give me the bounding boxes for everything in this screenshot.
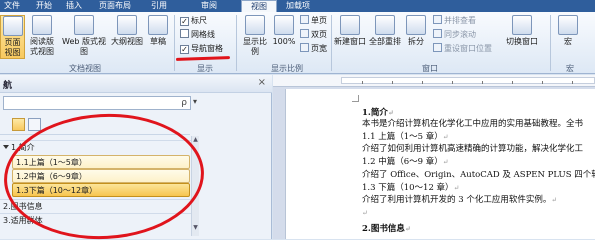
search-dropdown-icon[interactable]: ▾ — [193, 97, 197, 106]
navigation-search-input[interactable]: ρ — [3, 96, 191, 110]
document-paragraph[interactable]: 1.2 中篇（6～9 章）↵ — [362, 157, 449, 168]
two-pages-button[interactable]: 双页 — [300, 29, 327, 41]
new-window-button[interactable]: 新建窗口 — [334, 15, 366, 59]
scroll-down-icon[interactable]: ▼ — [192, 224, 199, 231]
document-page[interactable]: 1.简介↵ 本书是介绍计算机在化学化工中应用的实用基础教程。全书 1.1 上篇（… — [285, 89, 595, 239]
outline-view-icon — [117, 15, 137, 35]
draft-view-button[interactable]: 草稿 — [146, 15, 170, 59]
page-view-icon — [2, 16, 23, 36]
group-separator — [331, 15, 332, 71]
group-label-zoom: 显示比例 — [271, 64, 303, 73]
browse-pages-tab[interactable] — [28, 118, 41, 131]
reading-view-icon — [32, 15, 52, 35]
tab-home[interactable]: 开始 — [36, 0, 60, 12]
tab-references[interactable]: 引用 — [151, 0, 175, 12]
checkbox-checked-icon: ✓ — [180, 45, 189, 54]
document-heading[interactable]: 2.图书信息↵ — [362, 223, 411, 235]
two-pages-icon — [300, 29, 309, 38]
group-label-show: 显示 — [197, 64, 213, 73]
tab-insert[interactable]: 插入 — [66, 0, 90, 12]
split-icon — [406, 15, 426, 35]
zoom-100-button[interactable]: 100% — [272, 15, 296, 59]
browse-headings-tab[interactable] — [12, 118, 25, 131]
new-window-icon — [340, 15, 360, 35]
arrange-all-icon — [375, 15, 395, 35]
navigation-pane-header: 航 × — [0, 75, 272, 93]
ribbon-panel: 页面视图 阅读版式视图 Web 版式视图 大纲视图 草稿 文档视图 ✓ 标尺 网格… — [0, 12, 595, 74]
search-icon[interactable]: ρ — [181, 97, 187, 109]
view-side-by-side-button[interactable]: 并排查看 — [433, 15, 476, 27]
one-page-button[interactable]: 单页 — [300, 15, 327, 27]
document-paragraph[interactable]: 1.3 下篇（10～12 章）↵ — [362, 183, 459, 194]
arrange-all-button[interactable]: 全部重排 — [368, 15, 402, 59]
switch-windows-button[interactable]: 切换窗口 — [504, 15, 540, 59]
print-layout-view-button[interactable]: 页面视图 — [0, 15, 25, 59]
switch-windows-icon — [512, 15, 532, 35]
close-icon[interactable]: × — [258, 77, 266, 88]
group-separator — [174, 15, 175, 71]
draft-view-icon — [148, 15, 168, 35]
group-label-window: 窗口 — [422, 64, 438, 73]
checkbox-unchecked-icon — [180, 29, 189, 38]
tab-file[interactable]: 文件 — [4, 0, 28, 12]
web-view-icon — [74, 15, 94, 35]
navigation-pane-title: 航 — [3, 81, 13, 91]
horizontal-ruler[interactable] — [273, 75, 595, 87]
document-paragraph[interactable]: 本书是介绍计算机在化学化工中应用的实用基础教程。全书 — [362, 119, 583, 130]
tab-review[interactable]: 审阅 — [201, 0, 225, 12]
scroll-up-icon[interactable]: ▲ — [192, 136, 199, 143]
page-width-button[interactable]: 页宽 — [300, 43, 327, 55]
ribbon-tab-bar: 文件 开始 插入 页面布局 引用 审阅 视图 加载项 — [0, 0, 595, 12]
page-width-icon — [300, 43, 309, 52]
full-screen-reading-button[interactable]: 阅读版式视图 — [27, 15, 57, 59]
checkbox-checked-icon: ✓ — [180, 17, 189, 26]
document-paragraph[interactable]: 介绍了 Office、Origin、AutoCAD 及 ASPEN PLUS 四… — [362, 170, 595, 181]
zoom-button[interactable]: 显示比例 — [240, 15, 270, 59]
side-by-side-icon — [433, 15, 442, 24]
group-separator — [550, 15, 551, 71]
document-paragraph[interactable]: 介绍了如何利用计算机高速精确的计算功能，解决化学化工 — [362, 144, 583, 155]
gridlines-checkbox[interactable]: 网格线 — [180, 29, 215, 41]
synchronous-scrolling-button[interactable]: 同步滚动 — [433, 29, 476, 41]
tab-view[interactable]: 视图 — [241, 0, 277, 12]
macro-icon — [558, 15, 578, 35]
reset-window-position-button[interactable]: 重设窗口位置 — [433, 43, 492, 55]
reset-window-icon — [433, 43, 442, 52]
ruler-text-area — [341, 77, 595, 84]
magnifier-icon — [245, 15, 265, 35]
macros-button[interactable]: 宏 — [555, 15, 581, 59]
margin-corner-mark — [352, 95, 359, 102]
document-area: 1.简介↵ 本书是介绍计算机在化学化工中应用的实用基础教程。全书 1.1 上篇（… — [273, 75, 595, 239]
one-page-icon — [300, 15, 309, 24]
outline-view-button[interactable]: 大纲视图 — [111, 15, 143, 59]
group-separator — [236, 15, 237, 71]
document-paragraph[interactable]: 介绍了利用计算机开发的 3 个化工应用软件实例。↵ — [362, 195, 557, 206]
sync-scroll-icon — [433, 29, 442, 38]
document-empty-paragraph[interactable]: ↵ — [362, 208, 368, 219]
split-button[interactable]: 拆分 — [405, 15, 427, 59]
document-paragraph[interactable]: 1.1 上篇（1～5 章）↵ — [362, 132, 449, 143]
zoom-100-icon — [274, 15, 294, 35]
ruler-checkbox[interactable]: ✓ 标尺 — [180, 15, 207, 27]
collapse-triangle-icon — [3, 145, 9, 149]
navigation-pane-checkbox[interactable]: ✓ 导航窗格 — [180, 43, 223, 55]
group-label-macros: 宏 — [566, 64, 574, 73]
tab-page-layout[interactable]: 页面布局 — [99, 0, 143, 12]
group-label-document-views: 文档视图 — [69, 64, 101, 73]
tab-addins[interactable]: 加载项 — [286, 0, 322, 12]
web-layout-button[interactable]: Web 版式视图 — [59, 15, 109, 59]
document-heading[interactable]: 1.简介↵ — [362, 107, 394, 119]
